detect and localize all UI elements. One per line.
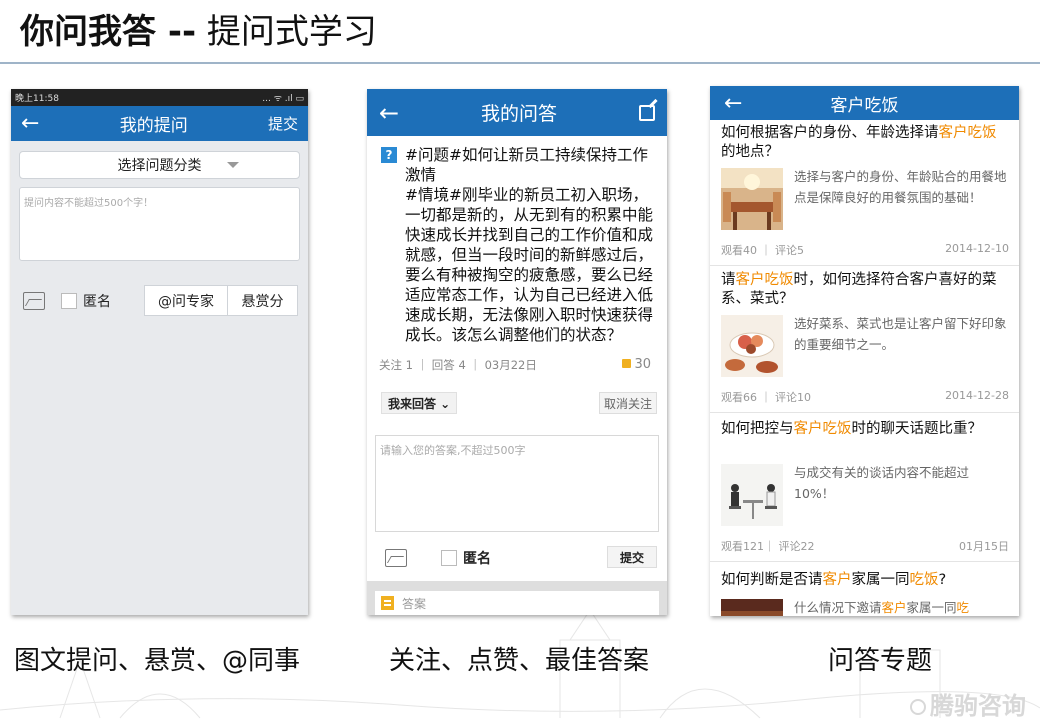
- phone-my-qa: ← 我的问答 ? #问题#如何让新员工持续保持工作激情 #情境#刚毕业的新员工初…: [367, 89, 667, 615]
- anonymous-label: 匿名: [463, 551, 491, 567]
- topic-date: 2014-12-10: [945, 242, 1009, 255]
- question-meta: 关注 1 ｜ 回答 4 ｜ 03月22日: [379, 358, 537, 372]
- topic-title-text: 请: [721, 272, 736, 288]
- image-icon[interactable]: [23, 292, 45, 310]
- topic-title-highlight: 客户吃饭: [735, 272, 794, 288]
- anonymous-checkbox[interactable]: [441, 550, 457, 566]
- watermark: 腾驹咨询: [910, 686, 1026, 721]
- topic-item[interactable]: 如何根据客户的身份、年龄选择请客户吃饭的地点？ 选择与客户的身份、年龄贴合的用餐…: [710, 120, 1019, 266]
- topic-title-text: 如何判断是否请: [721, 572, 823, 588]
- slide-title-rest: 提问式学习: [206, 12, 377, 52]
- answer-input[interactable]: 请输入您的答案,不超过500字: [375, 435, 659, 532]
- restaurant-image: [721, 168, 783, 230]
- anonymous-label: 匿名: [83, 294, 111, 310]
- caption-middle: 关注、点赞、最佳答案: [389, 646, 650, 676]
- phone-qa-topic: ← 客户吃饭 如何根据客户的身份、年龄选择请客户吃饭的地点？ 选择与客户的身份、…: [710, 86, 1019, 616]
- chevron-down-icon: [227, 162, 239, 168]
- status-bar: 晚上11:58 ... ᯤ .ıl ▭: [11, 89, 308, 106]
- image-icon[interactable]: [385, 549, 407, 567]
- topic-title-text: 如何把控与: [721, 421, 794, 437]
- answers-section: 答案: [367, 581, 667, 615]
- watermark-logo-icon: [910, 699, 926, 715]
- topic-date: 01月15日: [959, 540, 1009, 553]
- topic-title: 请客户吃饭时，如何选择符合客户喜好的菜系、菜式？: [721, 271, 1001, 309]
- nav-bar: ← 客户吃饭: [710, 86, 1019, 120]
- question-badge-icon: ?: [381, 147, 397, 163]
- topic-thumbnail: [721, 599, 783, 616]
- submit-answer-button[interactable]: 提交: [606, 546, 657, 568]
- nav-bar: ← 我的提问 提交: [11, 106, 308, 141]
- status-icons: ... ᯤ .ıl ▭: [262, 94, 304, 104]
- phone-ask-question: 晚上11:58 ... ᯤ .ıl ▭ ← 我的提问 提交 选择问题分类 提问内…: [11, 89, 308, 615]
- family-dinner-image: [721, 599, 783, 616]
- topic-thumbnail: [721, 464, 783, 526]
- topic-desc-highlight: 客户: [881, 600, 907, 615]
- topic-description: 选择与客户的身份、年龄贴合的用餐地点是保障良好的用餐氛围的基础！: [794, 169, 1007, 205]
- answer-button[interactable]: 我来回答 ⌄: [381, 392, 458, 414]
- topic-item[interactable]: 如何判断是否请客户家属一同吃饭? 什么情况下邀请客户家属一同吃: [710, 563, 1019, 616]
- title-divider: [0, 62, 1040, 64]
- topic-description: 与成交有关的谈话内容不能超过10%！: [794, 465, 970, 501]
- topic-title-text: 时的聊天话题比重？: [851, 421, 983, 437]
- nav-title: 我的问答: [481, 103, 558, 125]
- like-icon: [622, 359, 632, 368]
- reward-button[interactable]: 悬赏分: [227, 285, 298, 316]
- category-select-label: 选择问题分类: [117, 158, 202, 174]
- unfollow-button[interactable]: 取消关注: [598, 392, 657, 414]
- ask-expert-button[interactable]: @问专家: [144, 285, 228, 316]
- topic-title-text: 家属一同: [851, 572, 910, 588]
- topic-meta: 观看40 ｜ 评论5: [721, 244, 804, 257]
- topic-title-text: 如何根据客户的身份、年龄选择请: [721, 125, 939, 141]
- anonymous-checkbox[interactable]: [61, 293, 77, 309]
- topic-desc-highlight: 吃: [956, 600, 970, 615]
- caption-right: 问答专题: [828, 646, 933, 676]
- topic-item[interactable]: 如何把控与客户吃饭时的聊天话题比重？ 与成交有关的谈话内容不能超过10%！ 观看…: [710, 414, 1019, 562]
- edit-icon[interactable]: [639, 104, 655, 121]
- nav-title: 客户吃饭: [830, 95, 899, 116]
- question-content-input[interactable]: 提问内容不能超过500个字！: [19, 187, 300, 261]
- status-time: 晚上11:58: [15, 94, 59, 104]
- topic-desc-text: 什么情况下邀请: [794, 600, 882, 615]
- dishes-image: [721, 315, 783, 377]
- topic-title-highlight: 吃饭: [909, 572, 939, 588]
- topic-title: 如何把控与客户吃饭时的聊天话题比重？: [721, 420, 1001, 439]
- topic-title-highlight: 客户吃饭: [938, 125, 997, 141]
- topic-title-text: 的地点？: [721, 144, 779, 160]
- topic-thumbnail: [721, 315, 783, 377]
- topic-title-highlight: 客户吃饭: [793, 421, 852, 437]
- nav-bar: ← 我的问答: [367, 89, 667, 136]
- topic-title: 如何判断是否请客户家属一同吃饭?: [721, 571, 1001, 590]
- answer-placeholder: 请输入您的答案,不超过500字: [380, 444, 526, 457]
- like-count-value: 30: [634, 357, 651, 372]
- back-arrow-icon[interactable]: ←: [379, 99, 399, 127]
- slide-title: 你问我答 -- 提问式学习: [20, 4, 377, 53]
- like-count[interactable]: 30: [622, 357, 651, 372]
- topic-meta: 观看121｜ 评论22: [721, 540, 815, 553]
- topic-title-text: ?: [938, 572, 947, 588]
- topic-description: 选好菜系、菜式也是让客户留下好印象的重要细节之一。: [794, 316, 1007, 352]
- topic-item[interactable]: 请客户吃饭时，如何选择符合客户喜好的菜系、菜式？ 选好菜系、菜式也是让客户留下好…: [710, 267, 1019, 413]
- topic-description: 什么情况下邀请客户家属一同吃: [794, 597, 1008, 616]
- answers-header[interactable]: 答案: [375, 591, 659, 615]
- caption-left: 图文提问、悬赏、@同事: [14, 646, 301, 676]
- topic-meta: 观看66 ｜ 评论10: [721, 391, 811, 404]
- watermark-text: 腾驹咨询: [930, 692, 1026, 720]
- nav-title: 我的提问: [119, 116, 188, 136]
- submit-button[interactable]: 提交: [268, 113, 298, 134]
- topic-date: 2014-12-28: [945, 389, 1009, 402]
- answers-label: 答案: [402, 596, 427, 611]
- document-icon: [381, 596, 394, 610]
- topic-title-highlight: 客户: [822, 572, 852, 588]
- topic-desc-text: 家属一同: [906, 600, 957, 615]
- question-text: #问题#如何让新员工持续保持工作激情 #情境#刚毕业的新员工初入职场，一切都是新…: [405, 146, 654, 344]
- back-arrow-icon[interactable]: ←: [21, 111, 39, 136]
- question-content-placeholder: 提问内容不能超过500个字！: [24, 198, 154, 209]
- topic-title: 如何根据客户的身份、年龄选择请客户吃饭的地点？: [721, 124, 1001, 162]
- slide-title-bold: 你问我答 --: [20, 12, 197, 52]
- meeting-image: [721, 464, 783, 526]
- category-select[interactable]: 选择问题分类: [19, 151, 300, 179]
- topic-thumbnail: [721, 168, 783, 230]
